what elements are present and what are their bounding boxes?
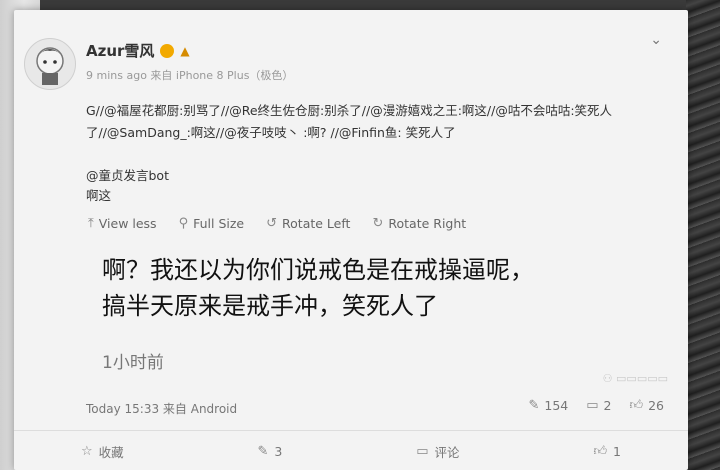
comment-stat[interactable]: ▭ 2 bbox=[586, 398, 611, 413]
repost-label: 3 bbox=[274, 444, 283, 459]
image-timestamp: 1小时前 bbox=[102, 353, 164, 373]
thumbs-up-icon: 👍︎ bbox=[593, 444, 608, 459]
full-size-button[interactable]: ⚲ Full Size bbox=[179, 216, 245, 231]
post-meta: 9 mins ago 来自 iPhone 8 Plus（极色） bbox=[86, 69, 294, 82]
repost-icon: ✎ bbox=[528, 398, 540, 413]
view-less-label: View less bbox=[98, 216, 157, 231]
avatar[interactable] bbox=[24, 38, 76, 90]
post-stats: ✎ 154 ▭ 2 👍︎ 26 bbox=[528, 398, 664, 413]
star-icon: ☆ bbox=[80, 444, 93, 459]
comment-count: 2 bbox=[603, 398, 612, 413]
background-right bbox=[686, 0, 720, 470]
image-text-line-2: 搞半天原来是戒手冲，笑死人了 bbox=[102, 292, 438, 320]
post-footer: Today 15:33 来自 Android bbox=[86, 402, 238, 416]
image-content-text: 啊？我还以为你们说戒色是在戒操逼呢， 搞半天原来是戒手冲，笑死人了 bbox=[102, 252, 662, 324]
like-count: 26 bbox=[648, 398, 664, 413]
collect-label: 收藏 bbox=[98, 445, 124, 460]
chevron-down-icon[interactable]: ⌄ bbox=[650, 32, 662, 48]
avatar-icon bbox=[36, 47, 64, 85]
view-less-button[interactable]: ⤒ View less bbox=[88, 216, 157, 231]
rotate-left-icon: ↺ bbox=[266, 216, 278, 231]
rotate-left-button[interactable]: ↺ Rotate Left bbox=[266, 216, 350, 231]
quoted-post: @童贞发言bot 啊这 bbox=[86, 166, 169, 206]
vip-badge-icon bbox=[160, 43, 175, 58]
search-icon: ⚲ bbox=[178, 216, 189, 231]
repost-icon: ✎ bbox=[257, 444, 269, 459]
collapse-icon: ⤒ bbox=[88, 216, 94, 231]
divider bbox=[14, 430, 688, 431]
rotate-right-button[interactable]: ↻ Rotate Right bbox=[372, 216, 466, 231]
like-label: 1 bbox=[613, 444, 621, 459]
action-bar: ☆ 收藏 ✎ 3 ▭ 评论 👍︎ 1 bbox=[14, 442, 688, 461]
repost-stat[interactable]: ✎ 154 bbox=[528, 398, 568, 413]
level-icon: ▲ bbox=[180, 43, 190, 58]
weibo-card: Azur雪风 ▲ 9 mins ago 来自 iPhone 8 Plus（极色）… bbox=[14, 10, 688, 470]
like-button[interactable]: 👍︎ 1 bbox=[593, 442, 621, 461]
rotate-right-icon: ↻ bbox=[372, 216, 384, 231]
image-text-line-1: 啊？我还以为你们说戒色是在戒操逼呢， bbox=[102, 256, 534, 284]
collect-button[interactable]: ☆ 收藏 bbox=[81, 442, 124, 461]
comment-icon: ▭ bbox=[586, 398, 599, 413]
rotate-left-label: Rotate Left bbox=[282, 216, 351, 231]
image-toolbar: ⤒ View less ⚲ Full Size ↺ Rotate Left ↻ … bbox=[88, 216, 466, 231]
username-row: Azur雪风 ▲ bbox=[86, 40, 190, 61]
comment-icon: ▭ bbox=[416, 444, 429, 459]
comment-label: 评论 bbox=[434, 445, 460, 460]
username[interactable]: Azur雪风 bbox=[86, 40, 154, 61]
rotate-right-label: Rotate Right bbox=[388, 216, 467, 231]
like-stat[interactable]: 👍︎ 26 bbox=[630, 398, 665, 413]
quoted-user-link[interactable]: @童贞发言bot bbox=[86, 166, 169, 186]
watermark: ⚇ ▭▭▭▭▭ bbox=[602, 372, 668, 385]
quoted-text: 啊这 bbox=[86, 188, 112, 203]
repost-count: 154 bbox=[544, 398, 569, 413]
repost-button[interactable]: ✎ 3 bbox=[258, 442, 283, 461]
comment-button[interactable]: ▭ 评论 bbox=[416, 442, 459, 461]
thumbs-up-icon: 👍︎ bbox=[629, 398, 644, 413]
repost-chain: G//@福屋花都厨:别骂了//@Re终生佐仓厨:别杀了//@漫游嬉戏之王:啊这/… bbox=[86, 103, 613, 140]
full-size-label: Full Size bbox=[193, 216, 245, 231]
